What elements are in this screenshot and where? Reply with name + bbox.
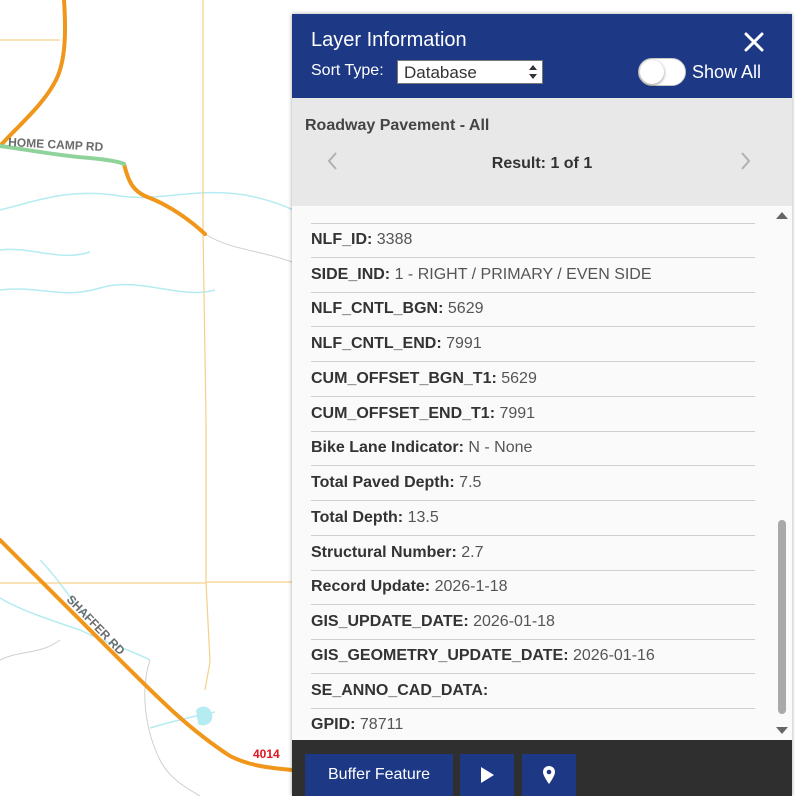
- layer-info-panel: Layer Information Sort Type: Database Sh…: [292, 14, 792, 796]
- attribute-value: 2.7: [461, 544, 484, 561]
- attribute-row: GPID: 78711: [311, 708, 755, 740]
- next-result-chevron-icon[interactable]: [738, 150, 752, 172]
- attribute-row: SIDE_IND: 1 - RIGHT / PRIMARY / EVEN SID…: [311, 258, 755, 293]
- attribute-list[interactable]: NLF_ID: 3388 SIDE_IND: 1 - RIGHT / PRIMA…: [292, 206, 792, 740]
- result-header: Roadway Pavement - All Result: 1 of 1: [292, 98, 792, 206]
- attribute-key: SIDE_IND:: [311, 266, 391, 283]
- attribute-key: Bike Lane Indicator:: [311, 439, 464, 456]
- attribute-key: CUM_OFFSET_END_T1:: [311, 405, 496, 422]
- attribute-key: Total Depth:: [311, 509, 404, 526]
- attribute-key: Structural Number:: [311, 544, 457, 561]
- buffer-feature-label: Buffer Feature: [328, 766, 430, 783]
- sort-type-value: Database: [404, 63, 477, 82]
- attribute-value: 78711: [359, 716, 404, 733]
- attribute-value: 2026-1-18: [434, 578, 508, 595]
- attribute-value: 2026-01-18: [473, 613, 555, 630]
- map-pin-icon: [543, 766, 555, 784]
- attribute-key: Total Paved Depth:: [311, 474, 455, 491]
- panel-footer: Buffer Feature: [292, 740, 792, 796]
- route-shield-label: 4014: [253, 747, 280, 761]
- play-icon: [481, 767, 494, 783]
- attribute-key: NLF_CNTL_END:: [311, 335, 442, 352]
- scroll-up-arrow-icon[interactable]: [775, 210, 789, 222]
- attribute-value: 13.5: [407, 509, 439, 526]
- attribute-row: Structural Number: 2.7: [311, 536, 755, 571]
- attribute-value: 7.5: [459, 474, 482, 491]
- attribute-row-partial: [311, 206, 755, 224]
- attribute-key: GIS_UPDATE_DATE:: [311, 613, 469, 630]
- toggle-knob: [640, 60, 664, 84]
- scroll-thumb[interactable]: [778, 520, 786, 714]
- attribute-key: SE_ANNO_CAD_DATA:: [311, 682, 489, 699]
- attribute-value: 2026-01-16: [572, 647, 655, 664]
- attribute-row: Bike Lane Indicator: N - None: [311, 431, 755, 466]
- panel-title: Layer Information: [311, 29, 467, 51]
- scroll-down-arrow-icon[interactable]: [775, 724, 789, 736]
- zoom-to-feature-button[interactable]: [522, 754, 576, 796]
- attribute-row: NLF_CNTL_END: 7991: [311, 327, 755, 362]
- panel-header: Layer Information Sort Type: Database Sh…: [292, 14, 792, 98]
- attribute-key: GIS_GEOMETRY_UPDATE_DATE:: [311, 647, 569, 664]
- buffer-feature-button[interactable]: Buffer Feature: [305, 754, 453, 796]
- attribute-row: Total Paved Depth: 7.5: [311, 466, 755, 501]
- close-icon[interactable]: [742, 30, 766, 54]
- show-all-label: Show All: [692, 62, 762, 82]
- layer-name: Roadway Pavement - All: [305, 117, 490, 134]
- attribute-row: CUM_OFFSET_BGN_T1: 5629: [311, 362, 755, 397]
- attribute-key: NLF_ID:: [311, 231, 373, 248]
- select-arrows-icon: [529, 65, 537, 79]
- attribute-value: N - None: [468, 439, 533, 456]
- attribute-row: NLF_ID: 3388: [311, 223, 755, 258]
- sort-type-label: Sort Type:: [311, 62, 384, 79]
- sort-type-select[interactable]: Database: [397, 60, 543, 84]
- attribute-value: 7991: [446, 335, 482, 352]
- attribute-row: SE_ANNO_CAD_DATA:: [311, 674, 755, 709]
- attribute-value: 5629: [447, 300, 484, 317]
- attribute-key: CUM_OFFSET_BGN_T1:: [311, 370, 497, 387]
- attribute-value: 7991: [499, 405, 536, 422]
- result-counter: Result: 1 of 1: [491, 155, 593, 172]
- route-shield: 4014: [250, 744, 290, 762]
- attribute-scrollbar[interactable]: [775, 206, 789, 740]
- show-all-toggle[interactable]: [638, 58, 686, 86]
- attribute-key: NLF_CNTL_BGN:: [311, 300, 444, 317]
- attribute-row: Record Update: 2026-1-18: [311, 570, 755, 605]
- attribute-key: Record Update:: [311, 578, 431, 595]
- attribute-row: CUM_OFFSET_END_T1: 7991: [311, 397, 755, 432]
- attribute-value: 1 - RIGHT / PRIMARY / EVEN SIDE: [394, 266, 652, 283]
- attribute-row: GIS_GEOMETRY_UPDATE_DATE: 2026-01-16: [311, 639, 755, 674]
- attribute-row: Total Depth: 13.5: [311, 501, 755, 536]
- attribute-row: GIS_UPDATE_DATE: 2026-01-18: [311, 605, 755, 640]
- play-button[interactable]: [460, 754, 514, 796]
- attribute-value: 3388: [376, 231, 413, 248]
- attribute-row: NLF_CNTL_BGN: 5629: [311, 292, 755, 327]
- attribute-key: GPID:: [311, 716, 356, 733]
- attribute-value: 5629: [501, 370, 537, 387]
